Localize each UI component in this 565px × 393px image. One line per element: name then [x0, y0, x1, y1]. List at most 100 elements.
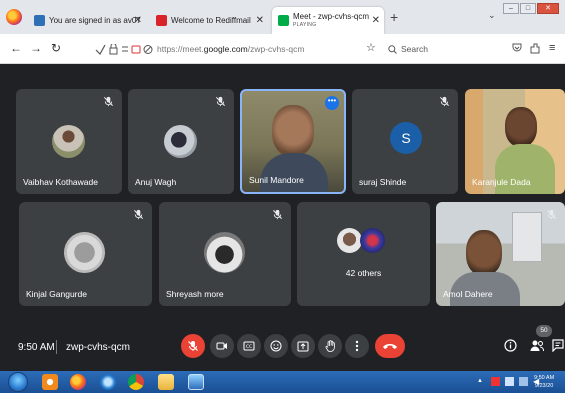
raise-hand-button[interactable] [318, 334, 342, 358]
reload-icon[interactable]: ↻ [51, 42, 61, 54]
participant-name: Karanjule Dada [472, 177, 531, 187]
divider [56, 340, 57, 354]
meet-stage: Vaibhav Kothawade Anuj Wagh ••• Sunil Ma… [0, 64, 565, 371]
windows-taskbar: ▲ ◀ 9:50 AM 9/23/20 [0, 371, 565, 393]
more-options-button[interactable] [345, 334, 369, 358]
list-tabs-icon[interactable]: ⌄ [488, 10, 496, 21]
file-explorer-icon[interactable] [158, 374, 174, 390]
participant-avatar: S [390, 122, 422, 154]
close-tab-icon[interactable]: ✕ [256, 15, 264, 26]
camera-off-icon [216, 342, 227, 350]
participant-video-body [260, 153, 328, 192]
minimize-button[interactable]: – [503, 3, 519, 14]
back-icon[interactable]: ← [10, 42, 22, 54]
pocket-icon[interactable] [512, 43, 522, 54]
participant-tile[interactable]: Karanjule Dada [465, 89, 565, 194]
participant-tile-active[interactable]: ••• Sunil Mandore [240, 89, 346, 194]
network-icon[interactable] [505, 377, 514, 386]
menu-icon[interactable]: ≡ [549, 42, 555, 54]
emoji-icon [270, 340, 282, 352]
participant-name: Kinjal Gangurde [26, 289, 87, 299]
reactions-button[interactable] [264, 334, 288, 358]
mic-off-icon [546, 209, 557, 220]
system-tray: ▲ ◀ [477, 377, 542, 386]
participant-avatar [52, 125, 85, 158]
hand-icon [325, 340, 335, 352]
browser-tab-bar: You are signed in as av072010 ✕ Welcome … [0, 0, 565, 34]
participant-tile[interactable]: Kinjal Gangurde [19, 202, 152, 306]
tray-arrow-icon[interactable]: ▲ [477, 377, 486, 386]
participant-count-badge: 50 [536, 325, 552, 337]
tab-label: Welcome to Rediffmail [171, 16, 251, 25]
tab-label: You are signed in as av072010 [49, 16, 140, 25]
tab-favicon-icon [278, 15, 289, 26]
close-tab-icon[interactable]: ✕ [134, 15, 142, 26]
participant-name: Anuj Wagh [135, 177, 177, 187]
forward-icon[interactable]: → [30, 42, 42, 54]
tab-favicon-icon [34, 15, 45, 26]
start-button[interactable] [8, 372, 28, 392]
tab-rediffmail[interactable]: Welcome to Rediffmail ✕ [150, 7, 268, 34]
search-field[interactable]: Search [388, 40, 498, 58]
action-center-icon[interactable] [519, 377, 528, 386]
others-count-label: 42 others [345, 268, 382, 278]
meeting-details-icon[interactable] [504, 339, 517, 352]
participant-avatar [64, 232, 105, 273]
participant-tile[interactable]: S suraj Shinde [352, 89, 458, 194]
participant-avatar [360, 228, 385, 253]
more-options-icon[interactable]: ••• [325, 96, 339, 110]
present-screen-button[interactable] [291, 334, 315, 358]
people-icon[interactable] [530, 339, 544, 352]
chat-icon[interactable] [552, 339, 564, 352]
meeting-time: 9:50 AM [18, 342, 55, 353]
wall-poster [512, 212, 542, 262]
close-window-button[interactable]: ✕ [537, 3, 559, 14]
present-icon [297, 341, 309, 351]
participant-tile[interactable]: Vaibhav Kothawade [16, 89, 122, 194]
others-tile[interactable]: 42 others [297, 202, 430, 306]
mic-off-icon [272, 209, 283, 220]
site-permissions-icons[interactable] [95, 44, 155, 55]
participant-name: Sunil Mandore [249, 175, 304, 185]
extensions-icon[interactable] [530, 43, 540, 54]
participant-video-face [466, 230, 502, 276]
bookmark-star-icon[interactable]: ☆ [366, 42, 376, 54]
media-player-icon[interactable] [42, 374, 58, 390]
tab-meet[interactable]: Meet - zwp-cvhs-qcm PLAYING ✕ [272, 7, 384, 34]
mic-off-icon [133, 209, 144, 220]
captions-button[interactable]: CC [237, 334, 261, 358]
firefox-taskbar-icon[interactable] [70, 374, 86, 390]
url-bar[interactable]: https://meet.google.com/zwp-cvhs-qcm [157, 44, 304, 54]
close-tab-icon[interactable]: ✕ [372, 15, 380, 26]
tab-signed-in[interactable]: You are signed in as av072010 ✕ [28, 7, 146, 34]
system-clock[interactable]: 9:50 AM 9/23/20 [534, 374, 554, 390]
mic-toggle-button[interactable] [181, 334, 205, 358]
participant-avatar [204, 232, 245, 273]
mic-off-icon [439, 96, 450, 107]
leave-call-button[interactable] [375, 334, 405, 358]
participant-tile[interactable]: Amol Dahere [436, 202, 565, 306]
url-prefix: https://meet. [157, 44, 204, 54]
captions-icon: CC [243, 341, 255, 351]
mic-off-icon [188, 341, 198, 351]
tab-favicon-icon [156, 15, 167, 26]
participant-tile[interactable]: Anuj Wagh [128, 89, 234, 194]
meeting-code: zwp-cvhs-qcm [66, 342, 130, 353]
mic-off-icon [103, 96, 114, 107]
chrome-icon[interactable] [128, 374, 144, 390]
internet-explorer-icon[interactable] [100, 374, 116, 390]
participant-name: Amol Dahere [443, 289, 493, 299]
new-tab-button[interactable]: + [390, 9, 398, 25]
participant-avatar [337, 228, 362, 253]
tray-app-icon[interactable] [491, 377, 500, 386]
firefox-menu-icon[interactable] [6, 9, 22, 25]
camera-toggle-button[interactable] [210, 334, 234, 358]
participant-name: suraj Shinde [359, 177, 407, 187]
app-icon[interactable] [188, 374, 204, 390]
participant-video-face [505, 107, 537, 147]
participant-tile[interactable]: Shreyash more [159, 202, 291, 306]
more-vert-icon [355, 340, 359, 352]
maximize-button[interactable]: □ [520, 3, 536, 14]
url-path: /zwp-cvhs-qcm [247, 44, 305, 54]
clock-time: 9:50 AM [534, 375, 555, 381]
